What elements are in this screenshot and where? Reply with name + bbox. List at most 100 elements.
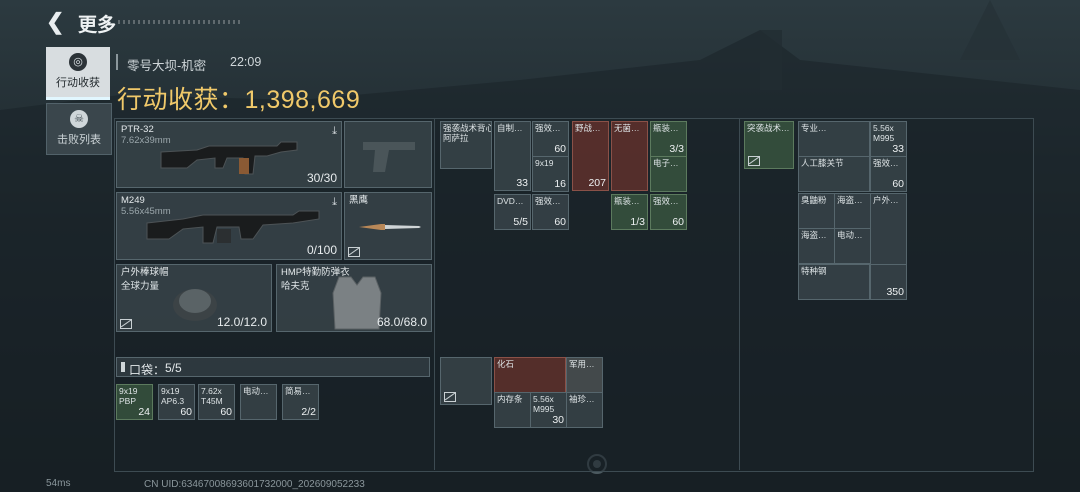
rig-item[interactable]: 强效… 60 (650, 194, 687, 230)
rig-item[interactable]: 自制… 33 (494, 121, 531, 191)
item-name: 9x19 (535, 158, 554, 168)
rig-item[interactable]: 野战… 207 (572, 121, 609, 191)
item-count: 33 (892, 143, 904, 155)
weapon-slot-primary[interactable]: PTR-32 7.62x39mm ⤓ 30/30 (116, 121, 342, 188)
backpack-item[interactable]: 海盗… (798, 228, 835, 264)
item-name: 简易… (285, 386, 311, 396)
helmet-slot[interactable]: 户外棒球帽 全球力量 12.0/12.0 (116, 264, 272, 332)
backpack-item[interactable]: 强效… 60 (870, 156, 907, 192)
helmet-durability: 12.0/12.0 (216, 315, 267, 329)
tab-action-loot[interactable]: ◎ 行动收获 (46, 47, 110, 97)
item-count: 16 (554, 178, 566, 190)
chest-rig-slot[interactable]: 强袭战术背心 阿萨拉 (440, 121, 492, 169)
backpack-item[interactable]: 海盗… (834, 193, 871, 229)
backpack-item[interactable]: 臭鼬粉 (798, 193, 835, 229)
backpack-item[interactable]: 350 (870, 264, 907, 300)
download-icon[interactable]: ⤓ (332, 125, 337, 138)
item-name: 9x19 (161, 386, 180, 396)
item-name: 专业… (801, 123, 827, 133)
rig-item[interactable]: 强效… 60 (532, 121, 569, 157)
pocket-item[interactable]: 7.62x T45M 60 (198, 384, 235, 420)
rig-item[interactable]: 强效… 60 (532, 194, 569, 230)
item-name: 海盗… (837, 195, 863, 205)
pockets-label: 口袋： (129, 363, 166, 377)
weapon-slot-secondary[interactable]: M249 5.56x45mm ⤓ 0/100 (116, 192, 342, 260)
safe-item[interactable]: 军用… (566, 357, 603, 393)
item-count: 207 (588, 177, 606, 189)
item-count: 60 (180, 406, 192, 418)
knife-icon (359, 224, 421, 230)
item-name: 瓶装… (614, 196, 640, 206)
backpack-item[interactable]: 户外… (870, 193, 907, 265)
item-count: 60 (554, 216, 566, 228)
backpack-slot[interactable]: 突袭战术… (744, 121, 794, 169)
item-count: 350 (886, 286, 904, 298)
pocket-item[interactable]: 电动… (240, 384, 277, 420)
backpack-name: 突袭战术… (747, 123, 790, 133)
pockets-count: 5/5 (165, 361, 182, 375)
armor-slot[interactable]: HMP特勤防弹衣 哈夫克 68.0/68.0 (276, 264, 432, 332)
item-name: 人工膝关节 (801, 158, 844, 168)
rifle-icon (160, 141, 298, 175)
sidearm-slot-empty[interactable] (344, 121, 432, 188)
item-sub: PBP (119, 396, 137, 406)
rig-name: 强袭战术背心 (443, 123, 492, 133)
tab-kill-list[interactable]: ☠ 击败列表 (46, 103, 112, 155)
item-name: 袖珍… (569, 394, 595, 404)
backpack-item[interactable]: 特种钢 (798, 264, 870, 300)
item-count: 60 (220, 406, 232, 418)
no-insure-icon (444, 392, 456, 402)
item-name: 强效… (873, 158, 899, 168)
item-name: 内存条 (497, 394, 523, 404)
rig-item[interactable]: 瓶装… 1/3 (611, 194, 648, 230)
ammo-count: 0/100 (306, 243, 337, 257)
pocket-item[interactable]: 9x19 PBP 24 (116, 384, 153, 420)
backpack-item[interactable]: 电动… (834, 228, 871, 264)
armor-sub: 哈夫克 (281, 281, 310, 292)
ammo-count: 30/30 (306, 171, 337, 185)
safe-item[interactable]: 5.56x M995 30 (530, 392, 567, 428)
uid-text: CN UID:6346700869360173200​0_20260905223… (144, 479, 365, 490)
item-count: 33 (516, 177, 528, 189)
loot-icon: ◎ (69, 53, 87, 71)
item-name: 海盗… (801, 230, 827, 240)
item-sub: T45M (201, 396, 223, 406)
item-name: 7.62x (201, 386, 222, 396)
rig-sub: 阿萨拉 (443, 133, 469, 143)
pocket-item[interactable]: 简易… 2/2 (282, 384, 319, 420)
download-icon[interactable]: ⤓ (332, 196, 337, 209)
item-sub: AP6.3 (161, 396, 185, 406)
item-name: 军用… (569, 359, 595, 369)
rig-item[interactable]: 电子… (650, 156, 687, 192)
item-count: 1/3 (630, 216, 645, 228)
no-insure-icon (120, 319, 132, 329)
item-name: 野战… (575, 123, 601, 133)
item-name: 瓶装… (653, 123, 679, 133)
rig-item[interactable]: 9x19 16 (532, 156, 569, 192)
safe-item[interactable]: 化石 (494, 357, 566, 393)
weapon-name: PTR-32 (121, 124, 154, 135)
item-count: 3/3 (669, 143, 684, 155)
item-name: 强效… (653, 196, 679, 206)
item-name: 电动… (243, 386, 269, 396)
pocket-item[interactable]: 9x19 AP6.3 60 (158, 384, 195, 420)
rig-item[interactable]: 无菌… (611, 121, 648, 191)
map-divider (116, 54, 118, 70)
melee-slot[interactable]: 黑鹰 (344, 192, 432, 260)
tab-label: 击败列表 (57, 134, 101, 146)
rig-item[interactable]: 瓶装… 3/3 (650, 121, 687, 157)
safe-item[interactable]: 袖珍… (566, 392, 603, 428)
pocket-icon (121, 362, 125, 372)
safe-case-slot[interactable] (440, 357, 492, 405)
safe-item[interactable]: 内存条 (494, 392, 531, 428)
item-name: 特种钢 (801, 266, 827, 276)
item-name: 电子… (653, 158, 679, 168)
backpack-item[interactable]: 5.56x M995 33 (870, 121, 907, 157)
header-decoration (118, 20, 242, 24)
backpack-item[interactable]: 专业… (798, 121, 870, 157)
ping-readout: 54ms (46, 478, 71, 489)
rig-item[interactable]: DVD… 5/5 (494, 194, 531, 230)
back-arrow-icon[interactable]: ❮ (46, 10, 70, 34)
backpack-item[interactable]: 人工膝关节 (798, 156, 870, 192)
map-name: 零号大坝-机密 (127, 59, 207, 73)
